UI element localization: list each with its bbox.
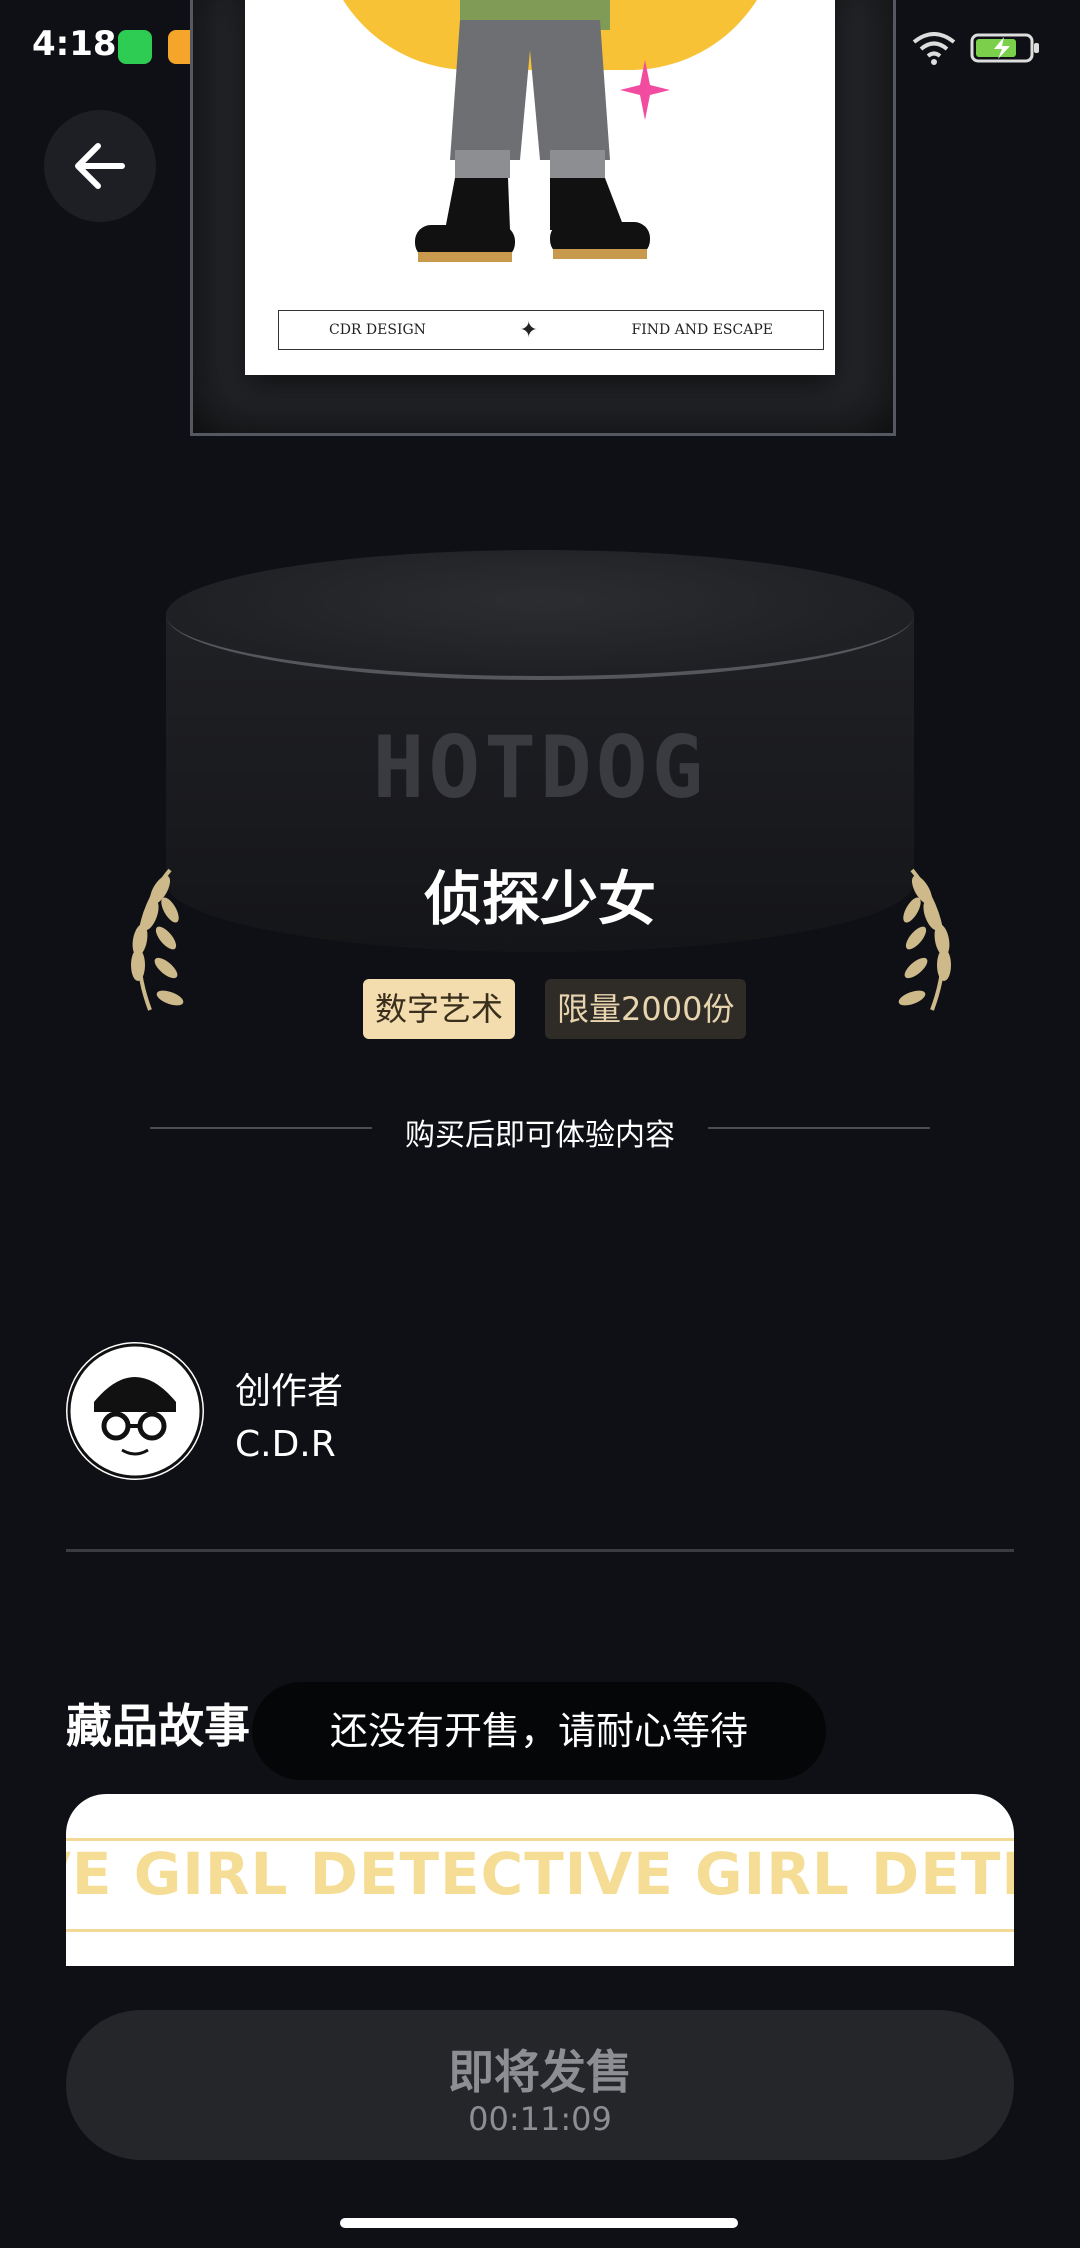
character-illustration: [415, 0, 650, 262]
back-button[interactable]: [44, 110, 156, 222]
pedestal-brand: HOTDOG: [372, 718, 708, 818]
home-indicator[interactable]: [340, 2218, 738, 2228]
tag-limited-edition: 限量2000份: [545, 979, 747, 1039]
buy-note: 购买后即可体验内容: [405, 1118, 675, 1153]
poster-footer-right: FIND AND ESCAPE: [631, 322, 773, 338]
toast-message: 还没有开售，请耐心等待: [252, 1682, 826, 1780]
creator-role: 创作者: [235, 1371, 344, 1412]
poster-footer-left: CDR DESIGN: [329, 322, 426, 338]
sparkle-icon: [620, 60, 670, 120]
sale-button-label: 即将发售: [448, 2045, 632, 2099]
avatar-illustration: [67, 1343, 203, 1479]
sale-countdown: 00:11:09: [468, 2100, 612, 2138]
story-section-title: 藏品故事: [66, 1699, 250, 1753]
creator-avatar[interactable]: [66, 1342, 204, 1480]
status-time: 4:18: [32, 24, 117, 64]
section-separator: [66, 1549, 1014, 1552]
coming-soon-button[interactable]: 即将发售 00:11:09: [66, 2010, 1014, 2160]
wifi-icon: [912, 32, 956, 65]
poster-footer: CDR DESIGN ✦ FIND AND ESCAPE: [278, 310, 824, 350]
creator-name[interactable]: C.D.R: [235, 1424, 336, 1465]
story-marquee-text: VE GIRL DETECTIVE GIRL DETECTIVE: [66, 1840, 1014, 1908]
star-icon: ✦: [519, 317, 538, 343]
battery-charging-icon: [970, 33, 1039, 63]
wechat-icon: [118, 30, 152, 64]
story-card[interactable]: VE GIRL DETECTIVE GIRL DETECTIVE: [66, 1794, 1014, 1966]
pedestal-top: [166, 550, 914, 680]
laurel-right-icon: [898, 868, 951, 1011]
laurel-left-icon: [131, 868, 184, 1011]
tag-digital-art: 数字艺术: [363, 979, 516, 1039]
divider-right: [708, 1127, 930, 1129]
arrow-left-icon: [75, 143, 125, 189]
